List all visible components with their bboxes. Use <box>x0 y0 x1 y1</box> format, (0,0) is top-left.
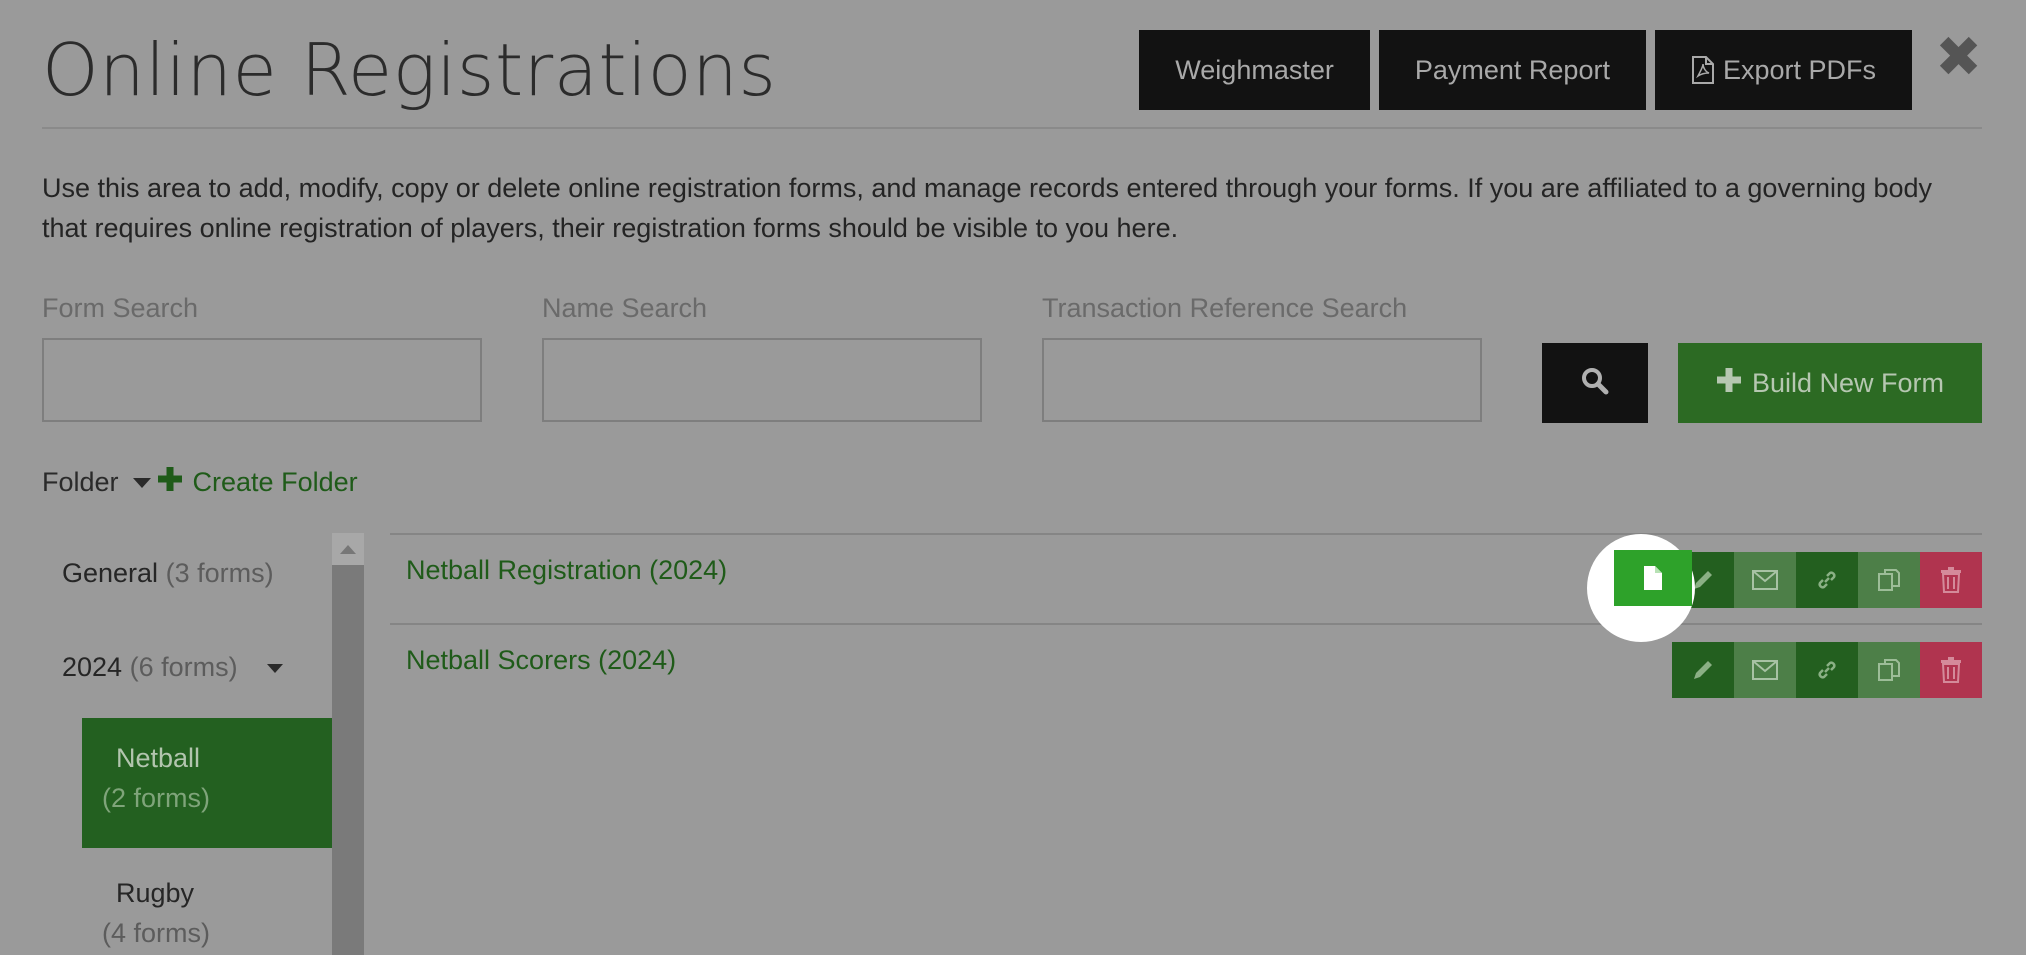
forms-list: Netball Registration (2024) Netball Scor… <box>390 533 1982 713</box>
folder-bar: Folder Create Folder <box>42 466 358 499</box>
folder-name: General <box>62 558 159 588</box>
payment-report-button[interactable]: Payment Report <box>1378 30 1646 110</box>
delete-form-button[interactable] <box>1920 552 1982 608</box>
scroll-up-icon[interactable] <box>332 533 364 565</box>
top-toolbar: Weighmaster Payment Report Export PDFs <box>1139 30 1912 110</box>
create-folder-link[interactable]: Create Folder <box>157 466 358 499</box>
sidebar-item-general[interactable]: General (3 forms) <box>62 553 274 593</box>
close-icon[interactable]: ✖ <box>1935 30 1982 86</box>
form-name-link[interactable]: Netball Registration (2024) <box>406 555 727 586</box>
search-button[interactable] <box>1542 343 1648 423</box>
folder-count: (6 forms) <box>129 652 238 682</box>
weighmaster-button[interactable]: Weighmaster <box>1139 30 1370 110</box>
sidebar-item-rugby[interactable]: Rugby (4 forms) <box>102 873 210 953</box>
form-search-group: Form Search <box>42 293 482 422</box>
form-row: Netball Registration (2024) <box>390 533 1982 623</box>
email-form-button[interactable] <box>1734 642 1796 698</box>
file-icon <box>1644 566 1662 590</box>
copy-icon <box>1878 569 1900 591</box>
title-divider <box>42 127 1982 129</box>
name-search-label: Name Search <box>542 293 708 323</box>
copy-form-button[interactable] <box>1858 552 1920 608</box>
folder-name: 2024 <box>62 652 123 682</box>
folder-count: (3 forms) <box>165 558 274 588</box>
build-new-form-label: Build New Form <box>1751 367 1945 398</box>
form-search-input[interactable] <box>42 338 482 422</box>
folder-name: Netball <box>116 743 201 773</box>
create-folder-label: Create Folder <box>192 467 358 497</box>
copy-icon <box>1878 659 1900 681</box>
envelope-icon <box>1752 660 1778 680</box>
name-search-group: Name Search <box>542 293 982 422</box>
transaction-search-group: Transaction Reference Search <box>1042 293 1482 422</box>
plus-icon <box>157 466 183 499</box>
form-search-label: Form Search <box>42 293 199 323</box>
export-pdfs-label: Export PDFs <box>1722 54 1876 85</box>
view-records-button-highlighted[interactable] <box>1614 550 1692 606</box>
folder-name: Rugby <box>116 878 195 908</box>
trash-icon <box>1941 657 1961 683</box>
name-search-input[interactable] <box>542 338 982 422</box>
sidebar-scrollbar[interactable] <box>332 533 364 955</box>
sidebar-item-netball[interactable]: Netball (2 forms) <box>82 718 332 848</box>
form-link-button[interactable] <box>1796 552 1858 608</box>
form-row: Netball Scorers (2024) <box>390 623 1982 713</box>
page-title: Online Registrations <box>42 28 777 112</box>
transaction-search-label: Transaction Reference Search <box>1042 293 1408 323</box>
folder-sidebar: General (3 forms) 2024 (6 forms) Netball… <box>42 533 364 955</box>
weighmaster-label: Weighmaster <box>1175 54 1334 85</box>
build-new-form-button[interactable]: Build New Form <box>1678 343 1982 423</box>
link-icon <box>1818 571 1836 589</box>
copy-form-button[interactable] <box>1858 642 1920 698</box>
form-actions <box>1672 642 1982 698</box>
link-icon <box>1818 661 1836 679</box>
trash-icon <box>1941 567 1961 593</box>
payment-report-label: Payment Report <box>1414 54 1610 85</box>
form-link-button[interactable] <box>1796 642 1858 698</box>
intro-text: Use this area to add, modify, copy or de… <box>42 173 1933 243</box>
email-form-button[interactable] <box>1734 552 1796 608</box>
chevron-down-icon[interactable] <box>132 477 151 488</box>
transaction-search-input[interactable] <box>1042 338 1482 422</box>
pencil-icon <box>1694 661 1712 679</box>
export-pdfs-button[interactable]: Export PDFs <box>1654 30 1912 110</box>
sidebar-item-2024[interactable]: 2024 (6 forms) <box>62 647 284 687</box>
folder-count: (4 forms) <box>102 918 210 948</box>
delete-form-button[interactable] <box>1920 642 1982 698</box>
edit-form-button[interactable] <box>1672 642 1734 698</box>
plus-icon <box>1716 367 1742 400</box>
form-name-link[interactable]: Netball Scorers (2024) <box>406 645 676 676</box>
folder-count: (2 forms) <box>102 783 210 813</box>
folder-dropdown-label[interactable]: Folder <box>42 467 119 498</box>
search-icon <box>1581 367 1609 400</box>
pdf-file-icon <box>1691 56 1715 84</box>
chevron-down-icon[interactable] <box>267 664 284 674</box>
envelope-icon <box>1752 570 1778 590</box>
